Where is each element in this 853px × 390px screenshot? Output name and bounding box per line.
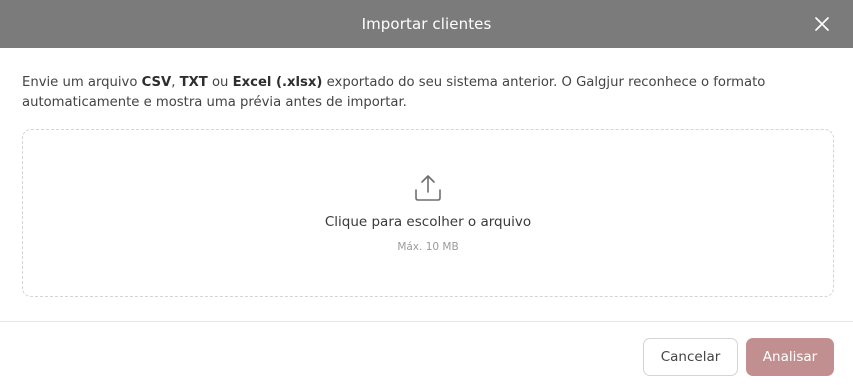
cancel-button[interactable]: Cancelar: [643, 338, 738, 376]
format-txt: TXT: [179, 75, 208, 90]
close-icon: [815, 17, 829, 31]
format-csv: CSV: [141, 75, 172, 90]
dialog-title: Importar clientes: [361, 15, 492, 33]
file-dropzone[interactable]: Clique para escolher o arquivo Máx. 10 M…: [22, 129, 834, 297]
dialog-header: Importar clientes: [0, 0, 853, 48]
close-button[interactable]: [811, 13, 833, 35]
upload-icon: [415, 175, 441, 201]
dropzone-size-hint: Máx. 10 MB: [397, 241, 459, 253]
analyze-button[interactable]: Analisar: [746, 338, 834, 376]
dropzone-label: Clique para escolher o arquivo: [324, 214, 532, 230]
intro-text: Envie um arquivo CSV, TXT ou Excel (.xls…: [22, 75, 766, 110]
format-excel: Excel (.xlsx): [232, 75, 323, 90]
footer-divider: [0, 321, 853, 322]
